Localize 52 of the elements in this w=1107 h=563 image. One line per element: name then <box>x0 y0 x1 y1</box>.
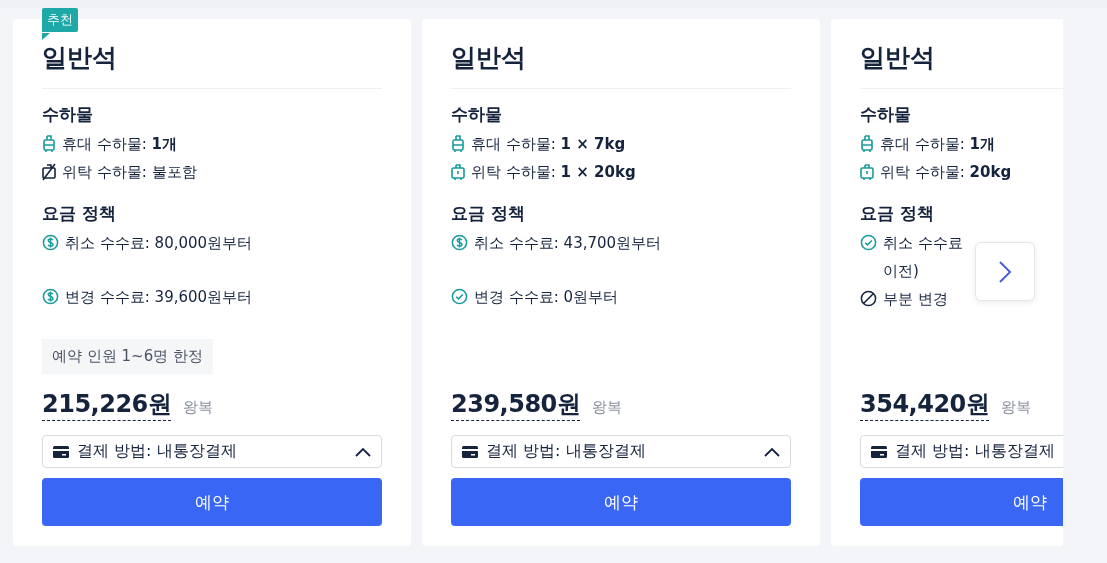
policy-text: 변경 수수료: 39,600원부터 <box>65 287 253 308</box>
baggage-text: 위탁 수하물: 불포함 <box>62 162 197 183</box>
section-heading: 수하물 <box>451 103 503 126</box>
policy-text: 취소 수수료: 80,000원부터 <box>65 233 253 254</box>
policy-text: 취소 수수료: 43,700원부터 <box>474 233 662 254</box>
recommended-badge: 추천 <box>42 8 78 32</box>
section-heading: 요금 정책 <box>451 202 526 225</box>
card-icon <box>53 445 69 458</box>
trip-type: 왕복 <box>1001 398 1032 417</box>
policy-text: 부분 변경 <box>883 289 948 310</box>
carry-on-bag-icon <box>860 135 874 153</box>
baggage-text: 휴대 수하물: 1개 <box>62 134 178 155</box>
check-circle-icon <box>860 234 877 251</box>
price: 215,226원 <box>42 388 172 421</box>
trip-type: 왕복 <box>592 398 623 417</box>
section-heading: 수하물 <box>42 103 94 126</box>
baggage-text: 휴대 수하물: 1개 <box>880 134 996 155</box>
book-button[interactable]: 예약 <box>42 478 382 526</box>
policy-text: 취소 수수료 <box>883 233 963 254</box>
section-heading: 요금 정책 <box>42 202 117 225</box>
dollar-icon <box>42 288 59 305</box>
section-heading: 수하물 <box>860 103 912 126</box>
dollar-icon <box>42 234 59 251</box>
card-icon <box>462 445 478 458</box>
booking-note: 예약 인원 1~6명 한정 <box>42 339 213 374</box>
carry-on-bag-icon <box>42 135 56 153</box>
fare-class-title: 일반석 <box>42 41 382 89</box>
section-heading: 요금 정책 <box>860 202 935 225</box>
policy-text: 이전) <box>883 261 920 282</box>
payment-dropdown[interactable]: 결제 방법: 내통장결제 <box>42 435 382 468</box>
payment-dropdown[interactable]: 결제 방법: 내통장결제 <box>451 435 791 468</box>
ban-icon <box>860 290 877 307</box>
next-button[interactable] <box>975 242 1035 301</box>
price: 239,580원 <box>451 388 581 421</box>
dollar-icon <box>451 234 468 251</box>
book-button[interactable]: 예약 <box>451 478 791 526</box>
check-circle-icon <box>451 288 468 305</box>
policy-text: 변경 수수료: 0원부터 <box>474 287 619 308</box>
trip-type: 왕복 <box>183 398 214 417</box>
no-bag-icon <box>42 163 56 181</box>
badge-tail-icon <box>42 33 50 40</box>
suitcase-icon <box>451 163 465 181</box>
price: 354,420원 <box>860 388 990 421</box>
chevron-right-icon <box>998 259 1012 284</box>
carry-on-bag-icon <box>451 135 465 153</box>
suitcase-icon <box>860 163 874 181</box>
baggage-text: 휴대 수하물: 1 × 7kg <box>471 134 626 155</box>
card-icon <box>871 445 887 458</box>
baggage-text: 위탁 수하물: 20kg <box>880 162 1012 183</box>
baggage-text: 위탁 수하물: 1 × 20kg <box>471 162 636 183</box>
book-button[interactable]: 예약 <box>860 478 1063 526</box>
fare-class-title: 일반석 <box>451 41 791 89</box>
